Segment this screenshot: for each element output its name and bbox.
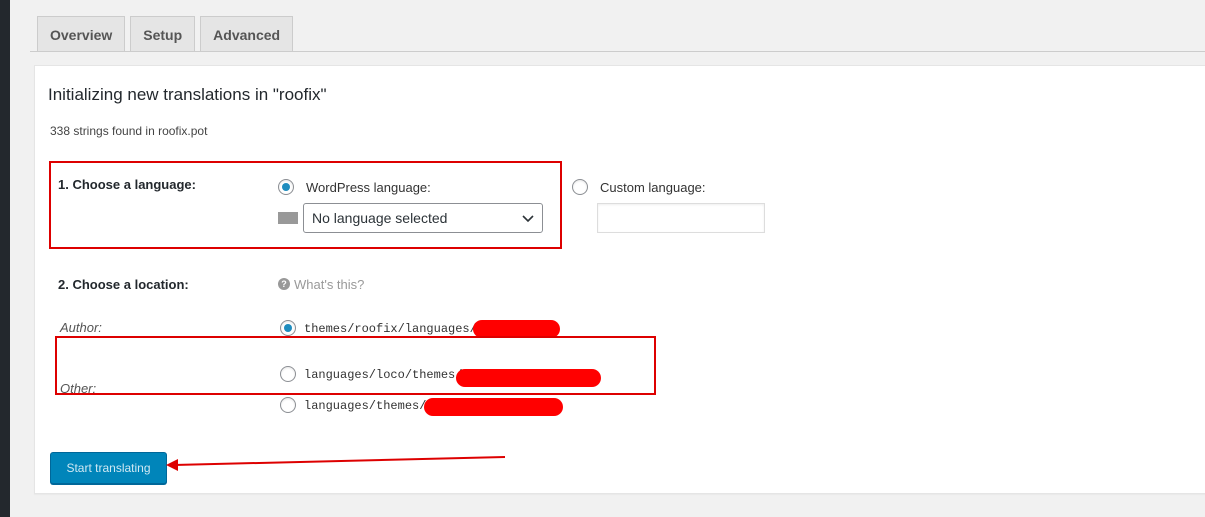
choose-location-heading: 2. Choose a location: (58, 277, 189, 292)
tab-advanced[interactable]: Advanced (200, 16, 294, 52)
tab-divider (30, 51, 1205, 52)
wordpress-language-radio[interactable] (278, 179, 294, 195)
location-radio-author[interactable] (280, 320, 296, 336)
strings-found-text: 338 strings found in roofix.pot (50, 124, 208, 138)
flag-icon (278, 212, 298, 224)
other-label: Other: (60, 381, 97, 396)
admin-sidebar-edge (0, 0, 10, 517)
location-path-author: themes/roofix/languages/ (304, 322, 477, 336)
location-path-loco: languages/loco/themes/ (304, 368, 463, 382)
start-translating-button[interactable]: Start translating (50, 452, 167, 484)
redaction-mark (456, 369, 601, 387)
main-panel (34, 65, 1205, 494)
whats-this-link[interactable]: What's this? (294, 277, 364, 292)
tab-bar: Overview Setup Advanced (37, 16, 294, 52)
page-title: Initializing new translations in "roofix… (48, 85, 327, 104)
author-label: Author: (60, 320, 102, 335)
location-radio-loco[interactable] (280, 366, 296, 382)
tab-setup[interactable]: Setup (130, 16, 196, 52)
custom-language-input[interactable] (597, 203, 765, 233)
annotation-arrow (166, 456, 506, 471)
language-select[interactable]: No language selected (303, 203, 543, 233)
choose-language-heading: 1. Choose a language: (58, 177, 196, 192)
language-select-value: No language selected (312, 210, 448, 226)
location-radio-system[interactable] (280, 397, 296, 413)
redaction-mark (424, 398, 563, 416)
location-path-system: languages/themes/ (304, 399, 427, 413)
wordpress-language-label: WordPress language: (306, 180, 431, 195)
tab-overview[interactable]: Overview (37, 16, 126, 52)
custom-language-radio[interactable] (572, 179, 588, 195)
custom-language-label: Custom language: (600, 180, 706, 195)
chevron-down-icon (522, 215, 534, 223)
help-icon[interactable]: ? (278, 278, 290, 290)
